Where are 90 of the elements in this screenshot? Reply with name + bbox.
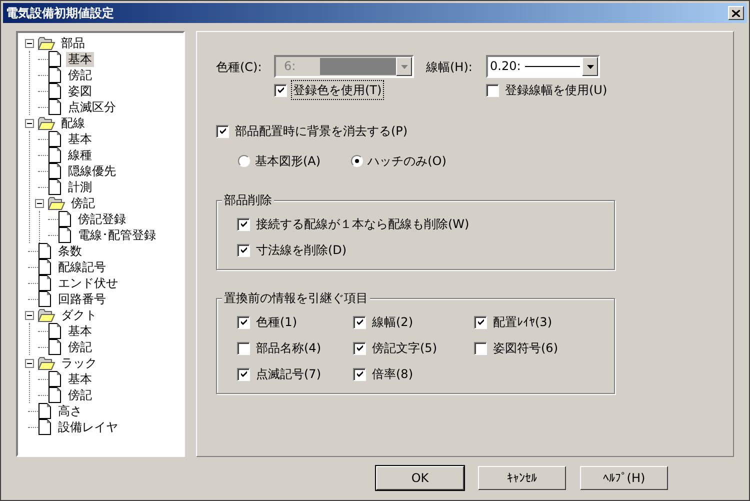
tree-item[interactable]: 線種 <box>66 148 94 162</box>
radio-button[interactable] <box>350 155 363 167</box>
collapse-toggle[interactable] <box>24 358 34 368</box>
tree-item[interactable]: 傍記 <box>66 68 94 82</box>
checkbox[interactable] <box>237 244 250 256</box>
dropdown-arrow-button[interactable] <box>582 57 598 76</box>
dialog-button[interactable]: ｷｬﾝｾﾙ <box>478 466 566 490</box>
checkbox[interactable] <box>216 124 229 138</box>
window-title: 電気設備初期値設定 <box>6 5 114 22</box>
tree-item[interactable]: 部品 <box>59 36 87 50</box>
tree-item[interactable]: 回路番号 <box>56 292 108 306</box>
dialog-button[interactable]: ﾍﾙﾌﾟ(H) <box>580 466 668 490</box>
tree-item[interactable]: 姿図 <box>66 84 94 98</box>
checkbox[interactable] <box>237 218 250 230</box>
close-icon <box>732 10 740 16</box>
dropdown[interactable]: 0.20: <box>486 55 600 78</box>
checkbox-label[interactable]: 寸法線を削除(D) <box>255 241 348 259</box>
tree-item[interactable]: 配線記号 <box>56 260 108 274</box>
checkbox[interactable] <box>353 316 366 328</box>
tree-item[interactable]: 隠線優先 <box>66 164 118 178</box>
checkbox-label[interactable]: 登録線幅を使用(U) <box>504 81 608 99</box>
caret-icon <box>586 64 594 68</box>
checkbox[interactable] <box>486 84 499 96</box>
checkbox-label[interactable]: 色種(1) <box>255 313 298 331</box>
checkbox-label[interactable]: 傍記文字(5) <box>371 339 438 357</box>
check-icon <box>476 318 484 326</box>
folder-icon <box>38 308 55 322</box>
tree-item[interactable]: 基本 <box>66 132 94 146</box>
collapse-toggle[interactable] <box>34 198 44 208</box>
tree-item[interactable]: エンド伏せ <box>56 276 120 290</box>
check-icon <box>356 370 364 378</box>
close-button[interactable] <box>728 6 744 20</box>
tree-item[interactable]: 計測 <box>66 180 94 194</box>
checkbox-label[interactable]: 点滅記号(7) <box>255 365 322 383</box>
checkbox[interactable] <box>237 342 250 354</box>
folder-icon <box>38 356 55 370</box>
field-label: 線幅(H): <box>426 58 474 76</box>
tree-item[interactable]: 配線 <box>59 116 87 130</box>
line-sample <box>524 66 580 67</box>
checkbox[interactable] <box>474 316 487 328</box>
checkbox[interactable] <box>237 316 250 328</box>
tree-item[interactable]: 点滅区分 <box>66 100 118 114</box>
checkbox-label[interactable]: 姿図符号(6) <box>492 339 559 357</box>
dropdown-value: 6: <box>283 58 297 75</box>
radio-label[interactable]: ハッチのみ(O) <box>368 152 446 170</box>
tree-item[interactable]: ダクト <box>59 308 99 322</box>
tree-item[interactable]: 高さ <box>56 404 84 418</box>
folder-icon <box>38 116 55 130</box>
tree-item[interactable]: 基本 <box>66 372 94 386</box>
checkbox[interactable] <box>353 368 366 380</box>
checkbox[interactable] <box>474 342 487 354</box>
tree-item[interactable]: ラック <box>59 356 99 370</box>
dialog-button[interactable]: OK <box>376 466 464 490</box>
check-icon <box>356 344 364 352</box>
check-icon <box>218 127 226 135</box>
folder-icon <box>38 36 55 50</box>
tree-item[interactable]: 基本 <box>66 52 94 66</box>
tree-item[interactable]: 基本 <box>66 324 94 338</box>
checkbox[interactable] <box>353 342 366 354</box>
tree-item[interactable]: 傍記 <box>66 388 94 402</box>
checkbox-label[interactable]: 接続する配線が１本なら配線も削除(W) <box>255 215 470 233</box>
tree-item[interactable]: 設備レイヤ <box>56 420 120 434</box>
collapse-toggle[interactable] <box>24 118 34 128</box>
check-icon <box>240 370 248 378</box>
dropdown-value: 0.20: <box>489 58 522 75</box>
checkbox-label[interactable]: 配置ﾚｲﾔ(3) <box>492 313 553 331</box>
checkbox-label[interactable]: 部品名称(4) <box>255 339 322 357</box>
field-label: 色種(C): <box>216 58 263 76</box>
group-title: 置換前の情報を引継ぐ項目 <box>222 290 370 306</box>
check-icon <box>240 246 248 254</box>
tree-item[interactable]: 条数 <box>56 244 84 258</box>
group-title: 部品削除 <box>222 192 274 208</box>
folder-icon <box>48 196 65 210</box>
tree-item[interactable]: 傍記 <box>69 196 97 210</box>
radio-label[interactable]: 基本図形(A) <box>255 152 321 170</box>
checkbox-label[interactable]: 線幅(2) <box>371 313 414 331</box>
check-icon <box>240 220 248 228</box>
caret-icon <box>400 64 408 68</box>
check-icon <box>240 318 248 326</box>
collapse-toggle[interactable] <box>24 310 34 320</box>
check-icon <box>356 318 364 326</box>
checkbox[interactable] <box>237 368 250 380</box>
tree-item[interactable]: 傍記 <box>66 340 94 354</box>
radio-button[interactable] <box>238 155 250 167</box>
checkbox-label[interactable]: 倍率(8) <box>371 365 414 383</box>
check-icon <box>276 86 284 94</box>
collapse-toggle[interactable] <box>24 38 34 48</box>
tree-item[interactable]: 電線･配管登録 <box>76 228 158 242</box>
checkbox-label[interactable]: 部品配置時に背景を消去する(P) <box>234 122 409 140</box>
tree-item[interactable]: 傍記登録 <box>76 212 128 226</box>
